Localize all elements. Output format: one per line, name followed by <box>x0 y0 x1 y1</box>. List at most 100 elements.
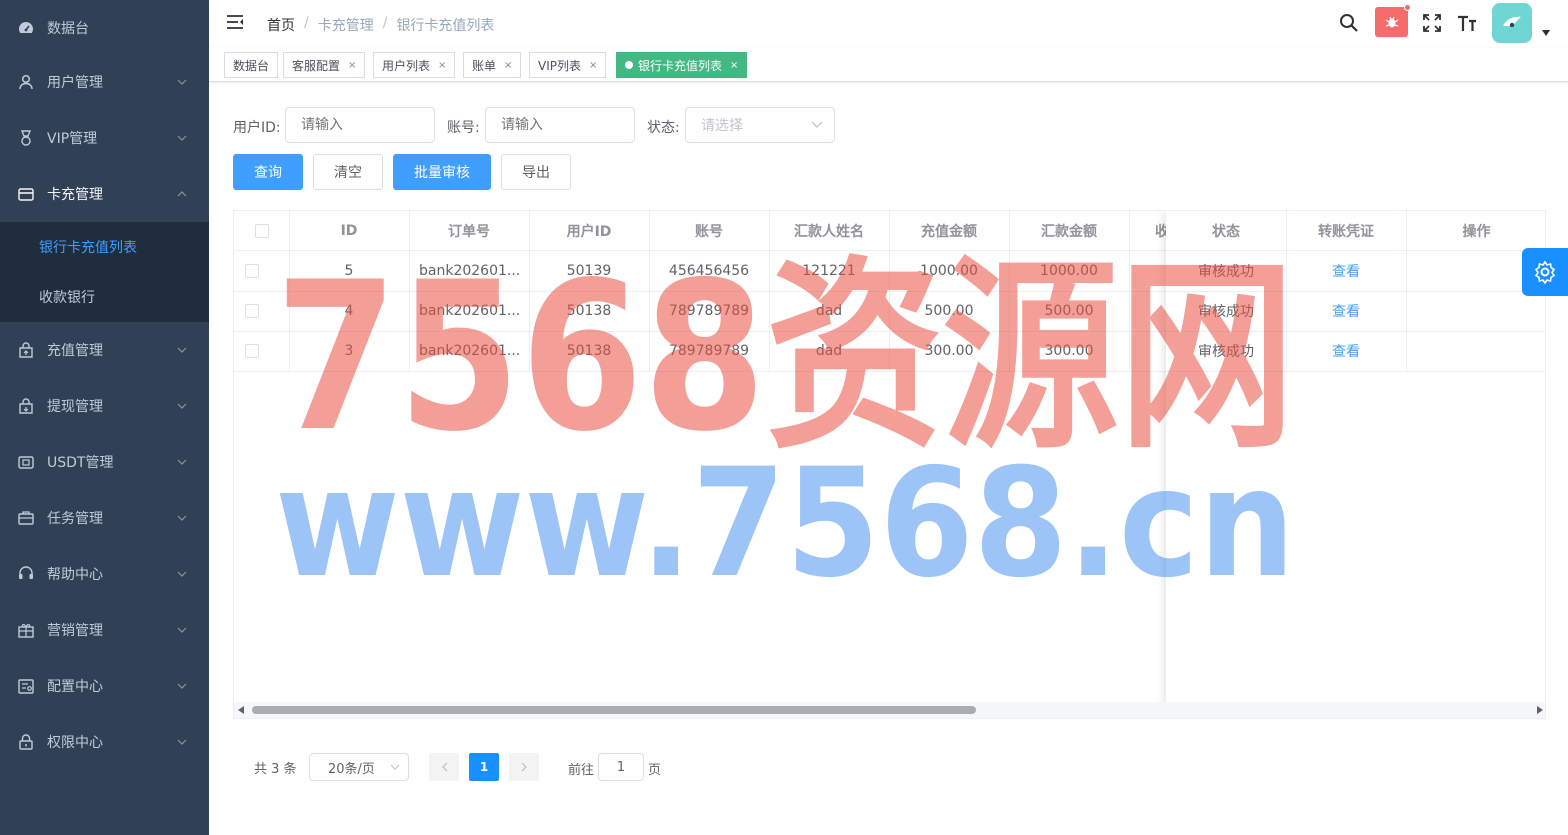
sidebar-subitem-receiving-bank[interactable]: 收款银行 <box>0 272 209 322</box>
tag-customer-service-config[interactable]: 客服配置 × <box>283 52 366 78</box>
view-voucher-link[interactable]: 查看 <box>1286 251 1406 291</box>
clear-button[interactable]: 清空 <box>313 154 383 190</box>
tag-label: 账单 <box>472 58 497 73</box>
chevron-down-icon <box>177 79 187 85</box>
card-icon <box>18 186 34 202</box>
query-button[interactable]: 查询 <box>233 154 303 190</box>
sidebar-item-users[interactable]: 用户管理 <box>0 54 209 110</box>
column-header-voucher[interactable]: 转账凭证 <box>1286 211 1406 251</box>
close-icon[interactable]: × <box>730 60 738 71</box>
view-voucher-link[interactable]: 查看 <box>1286 291 1406 331</box>
row-checkbox-cell <box>234 331 269 371</box>
chevron-down-icon <box>811 121 823 128</box>
wallet-icon <box>18 454 34 470</box>
column-header-actions[interactable]: 操作 <box>1406 211 1545 251</box>
status-label: 状态: <box>647 120 680 136</box>
gift-icon <box>18 622 34 638</box>
page-size-select[interactable]: 20条/页 <box>309 753 409 781</box>
close-icon[interactable]: × <box>504 60 512 71</box>
tag-bank-recharge-list[interactable]: 银行卡充值列表 × <box>616 52 748 78</box>
tag-bill[interactable]: 账单 × <box>463 52 522 78</box>
batch-review-button[interactable]: 批量审核 <box>393 154 491 190</box>
sidebar-item-help[interactable]: 帮助中心 <box>0 546 209 602</box>
chevron-down-icon <box>177 403 187 409</box>
settings-drawer-button[interactable] <box>1522 248 1568 296</box>
page-size-value: 20条/页 <box>328 761 375 777</box>
sidebar-item-label: 提现管理 <box>47 399 103 415</box>
watermark-url: www.7568.cn <box>275 450 1295 590</box>
select-all-checkbox[interactable] <box>254 223 269 238</box>
scrollbar-thumb[interactable] <box>252 706 976 714</box>
chevron-down-icon <box>177 515 187 521</box>
sidebar-item-label: 用户管理 <box>47 75 103 91</box>
chevron-down-icon <box>177 571 187 577</box>
account-label: 账号: <box>447 120 480 136</box>
sidebar-item-label: VIP管理 <box>47 131 98 147</box>
goto-page-input[interactable]: 1 <box>598 753 644 781</box>
sidebar-item-config[interactable]: 配置中心 <box>0 658 209 714</box>
bug-report-button[interactable] <box>1375 4 1411 37</box>
chevron-down-icon <box>177 347 187 353</box>
avatar[interactable] <box>1492 3 1532 43</box>
chevron-down-icon <box>177 459 187 465</box>
next-page-button[interactable] <box>509 753 539 781</box>
lock-icon <box>18 734 34 750</box>
user-id-input[interactable] <box>285 107 435 143</box>
gear-icon <box>1534 260 1556 284</box>
fullscreen-icon[interactable] <box>1423 14 1441 32</box>
status-select-placeholder: 请选择 <box>701 118 743 134</box>
close-icon[interactable]: × <box>438 60 446 71</box>
close-icon[interactable]: × <box>589 60 597 71</box>
sidebar-item-card-recharge[interactable]: 卡充管理 <box>0 166 209 222</box>
watermark-line2: www.7568.cn <box>275 450 1295 590</box>
scroll-left-icon[interactable] <box>238 706 244 714</box>
column-divider <box>1406 211 1407 371</box>
sidebar-item-usdt[interactable]: USDT管理 <box>0 434 209 490</box>
row-checkbox[interactable] <box>244 304 259 318</box>
scroll-right-icon[interactable] <box>1537 706 1543 714</box>
status-select[interactable]: 请选择 <box>685 107 835 143</box>
sidebar-item-recharge[interactable]: 充值管理 <box>0 322 209 378</box>
account-input[interactable] <box>485 107 635 143</box>
watermark-cn: 7568资源网 <box>275 239 1295 468</box>
tag-user-list[interactable]: 用户列表 × <box>373 52 456 78</box>
chevron-right-icon <box>521 762 527 772</box>
search-icon[interactable] <box>1339 13 1359 33</box>
tags-view: 数据台 客服配置 × 用户列表 × 账单 × VIP列表 × 银行卡充值列表 × <box>209 48 1568 82</box>
breadcrumb-separator: / <box>382 15 388 31</box>
sidebar-item-label: 卡充管理 <box>47 187 103 203</box>
avatar-image <box>1503 16 1521 28</box>
chevron-down-icon <box>177 135 187 141</box>
sidebar-item-vip[interactable]: VIP管理 <box>0 110 209 166</box>
breadcrumb-home[interactable]: 首页 <box>267 15 295 35</box>
export-button[interactable]: 导出 <box>501 154 571 190</box>
page-number-button[interactable]: 1 <box>469 753 499 781</box>
headset-icon <box>18 566 34 582</box>
sidebar-item-dashboard[interactable]: 数据台 <box>0 0 209 56</box>
sidebar-item-withdraw[interactable]: 提现管理 <box>0 378 209 434</box>
chevron-up-icon <box>177 191 187 197</box>
sidebar-item-label: 权限中心 <box>47 735 103 751</box>
tag-vip-list[interactable]: VIP列表 × <box>529 52 607 78</box>
sidebar-subitem-bank-recharge-list[interactable]: 银行卡充值列表 <box>0 222 209 272</box>
tag-dashboard[interactable]: 数据台 <box>224 52 279 78</box>
goto-prefix: 前往 <box>568 762 595 778</box>
sidebar-item-tasks[interactable]: 任务管理 <box>0 490 209 546</box>
close-icon[interactable]: × <box>348 60 356 71</box>
prev-page-button[interactable] <box>429 753 459 781</box>
view-voucher-link[interactable]: 查看 <box>1286 331 1406 371</box>
bag-download-icon <box>18 398 34 414</box>
horizontal-scrollbar[interactable] <box>234 702 1545 718</box>
tag-label: 银行卡充值列表 <box>638 58 723 73</box>
row-checkbox[interactable] <box>244 344 259 358</box>
chevron-left-icon <box>441 762 447 772</box>
sidebar-item-permissions[interactable]: 权限中心 <box>0 714 209 770</box>
row-checkbox[interactable] <box>244 264 259 278</box>
user-icon <box>18 74 34 90</box>
sidebar-item-marketing[interactable]: 营销管理 <box>0 602 209 658</box>
font-size-icon[interactable] <box>1457 14 1477 32</box>
config-icon <box>18 678 34 694</box>
caret-down-icon[interactable] <box>1542 30 1550 36</box>
menu-fold-icon[interactable] <box>226 14 244 30</box>
sidebar-item-label: 任务管理 <box>47 511 103 527</box>
